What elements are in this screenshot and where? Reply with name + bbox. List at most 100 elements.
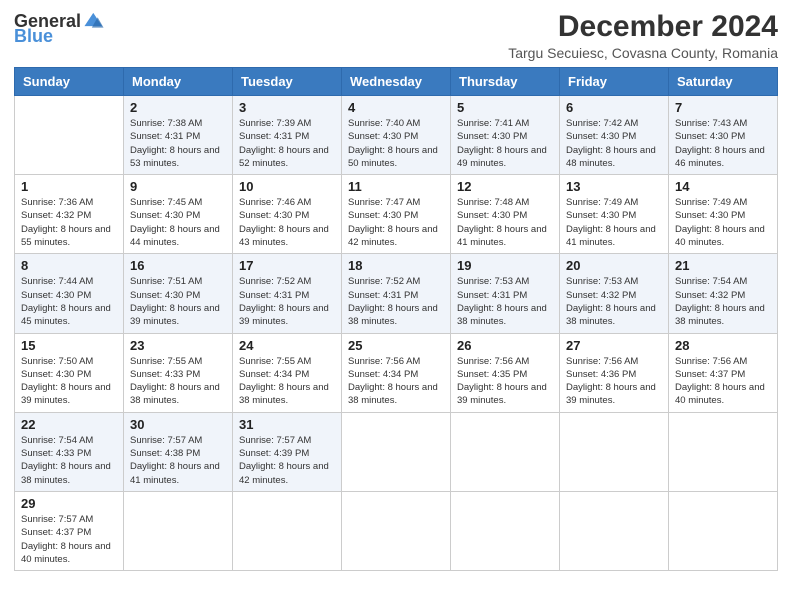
cell-info: Sunrise: 7:40 AMSunset: 4:30 PMDaylight:… bbox=[348, 117, 444, 170]
day-number: 31 bbox=[239, 417, 335, 432]
logo-area: General Blue bbox=[14, 10, 105, 47]
calendar-cell: 14Sunrise: 7:49 AMSunset: 4:30 PMDayligh… bbox=[669, 175, 778, 254]
calendar-header-row: SundayMondayTuesdayWednesdayThursdayFrid… bbox=[15, 68, 778, 96]
day-number: 17 bbox=[239, 258, 335, 273]
cell-info: Sunrise: 7:52 AMSunset: 4:31 PMDaylight:… bbox=[239, 275, 335, 328]
calendar-cell bbox=[451, 491, 560, 570]
day-header-tuesday: Tuesday bbox=[233, 68, 342, 96]
day-number: 24 bbox=[239, 338, 335, 353]
day-header-monday: Monday bbox=[124, 68, 233, 96]
calendar-cell: 6 Sunrise: 7:42 AMSunset: 4:30 PMDaylight… bbox=[560, 96, 669, 175]
cell-info: Sunrise: 7:49 AMSunset: 4:30 PMDaylight:… bbox=[675, 196, 771, 249]
calendar-cell bbox=[342, 412, 451, 491]
day-header-friday: Friday bbox=[560, 68, 669, 96]
calendar-cell: 30 Sunrise: 7:57 AMSunset: 4:38 PMDayligh… bbox=[124, 412, 233, 491]
calendar: SundayMondayTuesdayWednesdayThursdayFrid… bbox=[14, 67, 778, 571]
calendar-week-row: 8Sunrise: 7:44 AMSunset: 4:30 PMDaylight… bbox=[15, 254, 778, 333]
cell-info: Sunrise: 7:54 AMSunset: 4:32 PMDaylight:… bbox=[675, 275, 771, 328]
cell-info: Sunrise: 7:38 AMSunset: 4:31 PMDaylight:… bbox=[130, 117, 226, 170]
cell-info: Sunrise: 7:56 AMSunset: 4:36 PMDaylight:… bbox=[566, 355, 662, 408]
cell-info: Sunrise: 7:51 AMSunset: 4:30 PMDaylight:… bbox=[130, 275, 226, 328]
calendar-cell bbox=[669, 412, 778, 491]
calendar-week-row: 2Sunrise: 7:38 AMSunset: 4:31 PMDaylight… bbox=[15, 96, 778, 175]
cell-info: Sunrise: 7:50 AMSunset: 4:30 PMDaylight:… bbox=[21, 355, 117, 408]
cell-info: Sunrise: 7:43 AMSunset: 4:30 PMDaylight:… bbox=[675, 117, 771, 170]
cell-info: Sunrise: 7:48 AMSunset: 4:30 PMDaylight:… bbox=[457, 196, 553, 249]
calendar-week-row: 15 Sunrise: 7:50 AMSunset: 4:30 PMDayligh… bbox=[15, 333, 778, 412]
day-number: 4 bbox=[348, 100, 444, 115]
cell-info: Sunrise: 7:56 AMSunset: 4:37 PMDaylight:… bbox=[675, 355, 771, 408]
calendar-cell: 11 Sunrise: 7:47 AMSunset: 4:30 PMDayligh… bbox=[342, 175, 451, 254]
cell-info: Sunrise: 7:54 AMSunset: 4:33 PMDaylight:… bbox=[21, 434, 117, 487]
day-header-sunday: Sunday bbox=[15, 68, 124, 96]
calendar-cell: 29 Sunrise: 7:57 AMSunset: 4:37 PMDayligh… bbox=[15, 491, 124, 570]
calendar-cell: 12 Sunrise: 7:48 AMSunset: 4:30 PMDayligh… bbox=[451, 175, 560, 254]
cell-info: Sunrise: 7:53 AMSunset: 4:31 PMDaylight:… bbox=[457, 275, 553, 328]
calendar-cell: 16Sunrise: 7:51 AMSunset: 4:30 PMDayligh… bbox=[124, 254, 233, 333]
cell-info: Sunrise: 7:45 AMSunset: 4:30 PMDaylight:… bbox=[130, 196, 226, 249]
calendar-cell: 2Sunrise: 7:38 AMSunset: 4:31 PMDaylight… bbox=[124, 96, 233, 175]
calendar-cell bbox=[124, 491, 233, 570]
calendar-cell bbox=[669, 491, 778, 570]
day-number: 22 bbox=[21, 417, 117, 432]
month-title: December 2024 bbox=[508, 10, 778, 43]
calendar-week-row: 29 Sunrise: 7:57 AMSunset: 4:37 PMDayligh… bbox=[15, 491, 778, 570]
day-number: 27 bbox=[566, 338, 662, 353]
day-number: 1 bbox=[21, 179, 117, 194]
calendar-week-row: 22 Sunrise: 7:54 AMSunset: 4:33 PMDayligh… bbox=[15, 412, 778, 491]
subtitle: Targu Secuiesc, Covasna County, Romania bbox=[508, 45, 778, 61]
page: General Blue December 2024 Targu Secuies… bbox=[0, 0, 792, 612]
calendar-cell: 13Sunrise: 7:49 AMSunset: 4:30 PMDayligh… bbox=[560, 175, 669, 254]
cell-info: Sunrise: 7:56 AMSunset: 4:35 PMDaylight:… bbox=[457, 355, 553, 408]
calendar-cell: 1 Sunrise: 7:36 AMSunset: 4:32 PMDaylight… bbox=[15, 175, 124, 254]
cell-info: Sunrise: 7:57 AMSunset: 4:39 PMDaylight:… bbox=[239, 434, 335, 487]
cell-info: Sunrise: 7:42 AMSunset: 4:30 PMDaylight:… bbox=[566, 117, 662, 170]
day-header-saturday: Saturday bbox=[669, 68, 778, 96]
day-number: 7 bbox=[675, 100, 771, 115]
cell-info: Sunrise: 7:44 AMSunset: 4:30 PMDaylight:… bbox=[21, 275, 117, 328]
calendar-cell: 5Sunrise: 7:41 AMSunset: 4:30 PMDaylight… bbox=[451, 96, 560, 175]
calendar-cell: 9Sunrise: 7:45 AMSunset: 4:30 PMDaylight… bbox=[124, 175, 233, 254]
day-number: 19 bbox=[457, 258, 553, 273]
calendar-cell: 8Sunrise: 7:44 AMSunset: 4:30 PMDaylight… bbox=[15, 254, 124, 333]
day-number: 3 bbox=[239, 100, 335, 115]
calendar-cell: 23Sunrise: 7:55 AMSunset: 4:33 PMDayligh… bbox=[124, 333, 233, 412]
day-number: 25 bbox=[348, 338, 444, 353]
calendar-cell: 20Sunrise: 7:53 AMSunset: 4:32 PMDayligh… bbox=[560, 254, 669, 333]
calendar-cell: 26 Sunrise: 7:56 AMSunset: 4:35 PMDayligh… bbox=[451, 333, 560, 412]
day-number: 12 bbox=[457, 179, 553, 194]
calendar-cell bbox=[560, 412, 669, 491]
calendar-week-row: 1 Sunrise: 7:36 AMSunset: 4:32 PMDaylight… bbox=[15, 175, 778, 254]
calendar-cell bbox=[560, 491, 669, 570]
day-number: 29 bbox=[21, 496, 117, 511]
logo-blue: Blue bbox=[14, 26, 53, 47]
cell-info: Sunrise: 7:49 AMSunset: 4:30 PMDaylight:… bbox=[566, 196, 662, 249]
cell-info: Sunrise: 7:41 AMSunset: 4:30 PMDaylight:… bbox=[457, 117, 553, 170]
header: General Blue December 2024 Targu Secuies… bbox=[14, 10, 778, 61]
day-number: 21 bbox=[675, 258, 771, 273]
day-number: 30 bbox=[130, 417, 226, 432]
cell-info: Sunrise: 7:57 AMSunset: 4:38 PMDaylight:… bbox=[130, 434, 226, 487]
calendar-cell: 19 Sunrise: 7:53 AMSunset: 4:31 PMDayligh… bbox=[451, 254, 560, 333]
cell-info: Sunrise: 7:57 AMSunset: 4:37 PMDaylight:… bbox=[21, 513, 117, 566]
calendar-cell: 25Sunrise: 7:56 AMSunset: 4:34 PMDayligh… bbox=[342, 333, 451, 412]
day-number: 15 bbox=[21, 338, 117, 353]
cell-info: Sunrise: 7:55 AMSunset: 4:34 PMDaylight:… bbox=[239, 355, 335, 408]
cell-info: Sunrise: 7:46 AMSunset: 4:30 PMDaylight:… bbox=[239, 196, 335, 249]
calendar-cell: 21 Sunrise: 7:54 AMSunset: 4:32 PMDayligh… bbox=[669, 254, 778, 333]
calendar-cell: 7 Sunrise: 7:43 AMSunset: 4:30 PMDaylight… bbox=[669, 96, 778, 175]
day-header-thursday: Thursday bbox=[451, 68, 560, 96]
cell-info: Sunrise: 7:36 AMSunset: 4:32 PMDaylight:… bbox=[21, 196, 117, 249]
calendar-cell: 28Sunrise: 7:56 AMSunset: 4:37 PMDayligh… bbox=[669, 333, 778, 412]
day-header-wednesday: Wednesday bbox=[342, 68, 451, 96]
day-number: 26 bbox=[457, 338, 553, 353]
cell-info: Sunrise: 7:55 AMSunset: 4:33 PMDaylight:… bbox=[130, 355, 226, 408]
calendar-cell bbox=[342, 491, 451, 570]
day-number: 10 bbox=[239, 179, 335, 194]
calendar-cell: 15 Sunrise: 7:50 AMSunset: 4:30 PMDayligh… bbox=[15, 333, 124, 412]
logo-icon bbox=[83, 10, 105, 32]
calendar-cell: 31 Sunrise: 7:57 AMSunset: 4:39 PMDayligh… bbox=[233, 412, 342, 491]
day-number: 6 bbox=[566, 100, 662, 115]
cell-info: Sunrise: 7:47 AMSunset: 4:30 PMDaylight:… bbox=[348, 196, 444, 249]
day-number: 11 bbox=[348, 179, 444, 194]
